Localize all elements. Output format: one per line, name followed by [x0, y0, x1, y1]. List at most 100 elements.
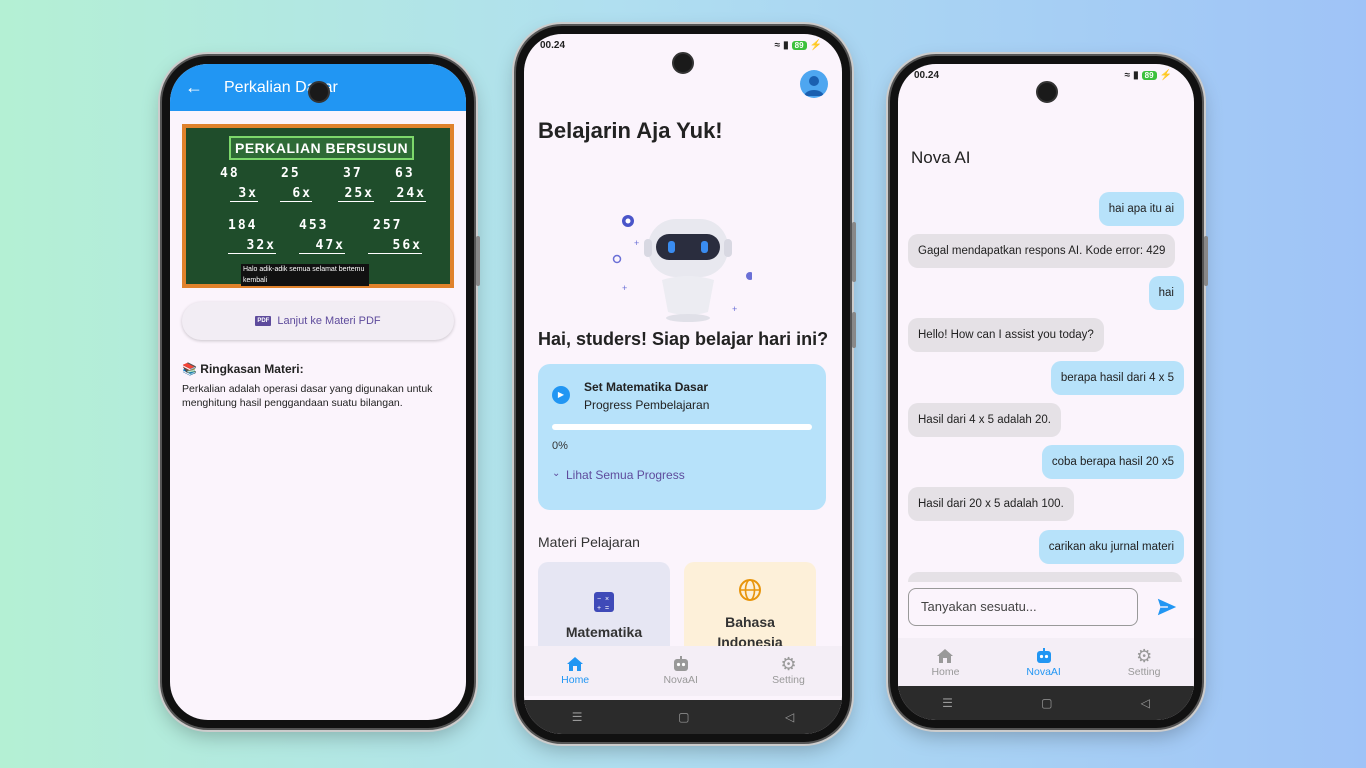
- section-title: Materi Pelajaran: [538, 534, 640, 550]
- side-button: [1204, 236, 1208, 286]
- board-title: PERKALIAN BERSUSUN: [229, 136, 415, 160]
- svg-text:=: =: [605, 605, 609, 612]
- board-number: 453: [299, 218, 329, 233]
- see-all-progress-label: Lihat Semua Progress: [566, 468, 685, 482]
- arrow-left-icon[interactable]: ←: [174, 77, 214, 98]
- bot-message: Hello! How can I assist you today?: [908, 318, 1104, 352]
- charging-icon: ⚡: [809, 40, 822, 51]
- board-number: 3x: [230, 186, 258, 202]
- play-icon: ▶: [552, 386, 570, 404]
- nav-novaai[interactable]: NovaAI: [1026, 648, 1061, 678]
- nav-label: NovaAI: [1026, 666, 1061, 678]
- phone-lesson: ← Perkalian Dasar PERKALIAN BERSUSUN 48 …: [162, 56, 480, 728]
- bot-message: Gagal mendapatkan respons AI. Kode error…: [908, 234, 1176, 268]
- side-button: [852, 312, 856, 348]
- progress-bar: [552, 424, 812, 430]
- signal-icon: ▮: [783, 40, 789, 51]
- home-square-icon[interactable]: ▢: [1041, 696, 1052, 710]
- board-number: 32x: [228, 238, 276, 254]
- home-icon: [567, 657, 584, 671]
- nav-label: Home: [931, 666, 960, 678]
- status-bar-right: ≈ ▮ 89 ⚡: [1125, 70, 1172, 81]
- progress-card-title: Set Matematika Dasar: [584, 380, 709, 394]
- progress-percent: 0%: [552, 440, 568, 452]
- svg-text:+: +: [634, 238, 639, 248]
- board-number: 47x: [299, 238, 345, 254]
- profile-avatar[interactable]: [800, 70, 828, 98]
- pdf-icon: PDF: [255, 316, 272, 326]
- nav-label: Home: [561, 674, 590, 686]
- board-number: 257: [373, 218, 403, 233]
- charging-icon: ⚡: [1159, 70, 1172, 81]
- home-screen: 00.24 ≈ ▮ 89 ⚡ Belajarin Aja Yuk! + + +: [524, 34, 842, 734]
- front-camera: [308, 81, 330, 103]
- chat-input[interactable]: Tanyakan sesuatu...: [908, 588, 1138, 626]
- user-message: berapa hasil dari 4 x 5: [1050, 361, 1184, 395]
- robot-icon: [673, 656, 688, 671]
- video-caption: Halo adik-adik semua selamat bertemu kem…: [241, 264, 369, 286]
- board-number: 63: [395, 166, 415, 181]
- board-number: 6x: [280, 186, 312, 202]
- home-title: Belajarin Aja Yuk!: [538, 118, 723, 143]
- recents-icon[interactable]: ☰: [942, 696, 953, 710]
- nav-home[interactable]: Home: [931, 648, 959, 678]
- gear-icon: ⚙: [1136, 646, 1153, 666]
- status-bar-right: ≈ ▮ 89 ⚡: [775, 40, 822, 51]
- progress-card[interactable]: ▶ Set Matematika Dasar Progress Pembelaj…: [538, 364, 826, 510]
- nav-label: Setting: [772, 674, 805, 686]
- user-icon: [804, 76, 824, 96]
- system-nav-bar: ☰ ▢ ◁: [898, 686, 1194, 720]
- message-list[interactable]: hai apa itu ai Gagal mendapatkan respons…: [908, 184, 1184, 584]
- lesson-screen: ← Perkalian Dasar PERKALIAN BERSUSUN 48 …: [170, 64, 466, 720]
- battery-icon: 89: [1141, 71, 1157, 80]
- bottom-navigation: Home NovaAI ⚙ Setting: [524, 646, 842, 696]
- nav-setting[interactable]: ⚙ Setting: [772, 654, 805, 686]
- send-icon[interactable]: [1156, 596, 1178, 618]
- nav-novaai[interactable]: NovaAI: [663, 656, 698, 686]
- status-time: 00.24: [914, 70, 940, 81]
- board-number: 37: [343, 166, 363, 181]
- signal-icon: ▮: [1133, 70, 1139, 81]
- summary-text: Perkalian adalah operasi dasar yang digu…: [182, 383, 433, 409]
- chevron-down-icon: ⌄: [552, 468, 561, 479]
- user-message: hai apa itu ai: [1098, 192, 1184, 226]
- svg-text:−: −: [597, 596, 601, 603]
- greeting-text: Hai, studers! Siap belajar hari ini?: [538, 329, 829, 349]
- user-message: carikan aku jurnal materi: [1038, 530, 1184, 564]
- phone-home: 00.24 ≈ ▮ 89 ⚡ Belajarin Aja Yuk! + + +: [516, 26, 856, 742]
- robot-illustration: + + +: [612, 215, 752, 322]
- bot-message-partial: [908, 572, 1182, 582]
- board-number: 24x: [390, 186, 426, 202]
- globe-icon: [739, 579, 761, 601]
- phone-chat: 00.24 ≈ ▮ 89 ⚡ Nova AI hai apa itu ai Ga…: [890, 56, 1208, 728]
- progress-card-subtitle: Progress Pembelajaran: [584, 398, 710, 412]
- wifi-icon: ≈: [1124, 70, 1131, 81]
- front-camera: [1036, 81, 1058, 103]
- side-button: [476, 236, 480, 286]
- nav-setting[interactable]: ⚙ Setting: [1128, 646, 1161, 678]
- bot-message: Hasil dari 20 x 5 adalah 100.: [908, 487, 1074, 521]
- gear-icon: ⚙: [780, 654, 797, 674]
- lesson-video-board[interactable]: PERKALIAN BERSUSUN 48 3x 25 6x 37 25x 63…: [182, 124, 454, 288]
- svg-text:+: +: [597, 605, 601, 612]
- nav-home[interactable]: Home: [561, 656, 589, 686]
- svg-text:+: +: [622, 283, 627, 293]
- bottom-navigation: Home NovaAI ⚙ Setting: [898, 638, 1194, 688]
- see-all-progress-link[interactable]: ⌄ Lihat Semua Progress: [552, 468, 685, 482]
- pdf-material-button[interactable]: PDF Lanjut ke Materi PDF: [182, 302, 454, 340]
- home-square-icon[interactable]: ▢: [678, 710, 689, 724]
- back-triangle-icon[interactable]: ◁: [785, 710, 794, 724]
- back-triangle-icon[interactable]: ◁: [1141, 696, 1150, 710]
- status-bar-left: 00.24: [914, 70, 939, 81]
- svg-text:+: +: [732, 304, 737, 314]
- svg-text:×: ×: [605, 596, 609, 603]
- recents-icon[interactable]: ☰: [572, 710, 583, 724]
- board-number: 184: [228, 218, 258, 233]
- wifi-icon: ≈: [774, 40, 781, 51]
- pdf-button-label: Lanjut ke Materi PDF: [277, 315, 381, 327]
- system-nav-bar: ☰ ▢ ◁: [524, 700, 842, 734]
- front-camera: [672, 52, 694, 74]
- chat-screen: 00.24 ≈ ▮ 89 ⚡ Nova AI hai apa itu ai Ga…: [898, 64, 1194, 720]
- board-number: 25x: [338, 186, 374, 202]
- side-button: [852, 222, 856, 282]
